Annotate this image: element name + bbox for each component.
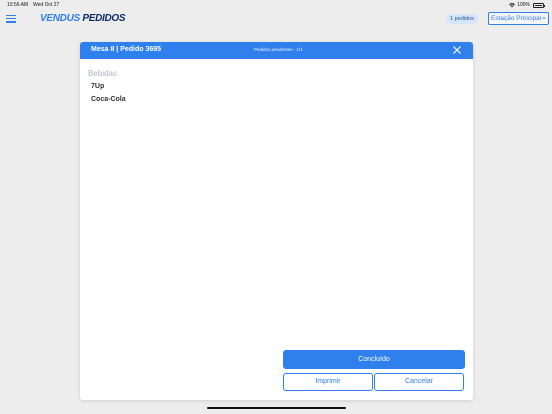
close-icon[interactable] (452, 45, 462, 55)
battery-percent: 100% (517, 2, 530, 8)
app-header: VENDUS PEDIDOS 1 pedidos Estação Princip… (0, 10, 552, 30)
battery-icon (533, 2, 545, 8)
category-title: Bebidas (88, 69, 117, 78)
home-indicator[interactable] (207, 407, 346, 409)
done-button[interactable]: Concluído (283, 350, 465, 369)
wifi-icon (509, 2, 516, 7)
chevron-down-icon (542, 17, 546, 20)
station-select-label: Estação Principal (491, 15, 542, 22)
status-date: Wed Oct 27 (33, 2, 60, 8)
cancel-button[interactable]: Cancelar (374, 373, 464, 391)
app-logo: VENDUS PEDIDOS (40, 13, 126, 24)
modal-header: Mesa 8 | Pedido 3695 Pedidos pendentes -… (80, 42, 473, 59)
list-item: Coca-Cola (91, 96, 126, 103)
status-bar: 10:56 AM Wed Oct 27 100% (0, 0, 552, 10)
logo-brand: VENDUS (40, 13, 80, 24)
list-item: 7Up (91, 83, 105, 90)
order-modal: Mesa 8 | Pedido 3695 Pedidos pendentes -… (80, 42, 473, 400)
logo-product: PEDIDOS (82, 13, 126, 24)
status-indicators: 100% (509, 2, 545, 8)
status-time: 10:56 AM (7, 2, 29, 8)
print-button[interactable]: Imprimir (283, 373, 373, 391)
orders-count-badge[interactable]: 1 pedidos (446, 14, 478, 24)
modal-title: Mesa 8 | Pedido 3695 (91, 46, 162, 53)
pending-orders-counter: Pedidos pendentes - 1/1 (254, 47, 303, 52)
order-items-list: 7Up Coca-Cola (91, 83, 126, 109)
station-select[interactable]: Estação Principal (488, 12, 549, 25)
hamburger-menu-icon[interactable] (6, 15, 16, 23)
